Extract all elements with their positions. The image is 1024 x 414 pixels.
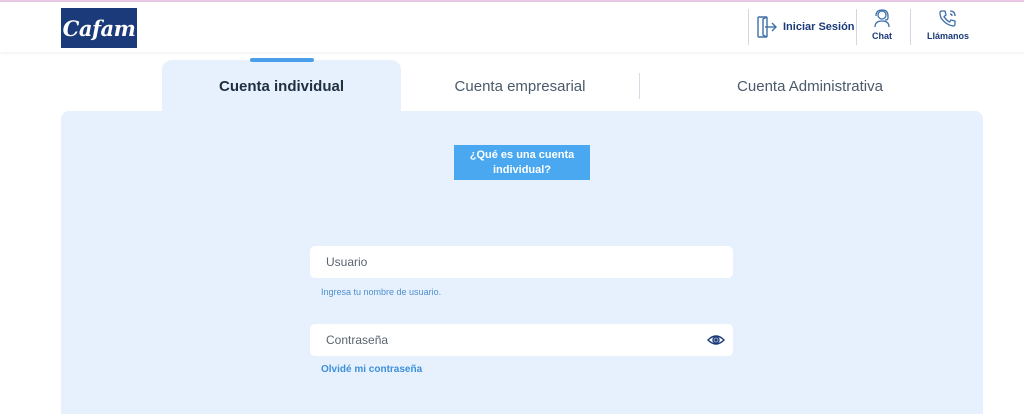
tab-label: Cuenta individual xyxy=(218,77,344,95)
tab-label: Cuenta Administrativa xyxy=(737,77,883,95)
call-label: Llámanos xyxy=(927,31,970,41)
cafam-logo[interactable]: Cafam xyxy=(61,8,137,48)
header-divider xyxy=(910,9,911,45)
header-divider xyxy=(856,9,857,45)
username-field[interactable]: Usuario xyxy=(310,246,733,278)
chat-label: Chat xyxy=(872,31,892,41)
header-bar: Cafam Iniciar Sesión Chat Llámanos xyxy=(0,2,1024,52)
phone-ringing-icon xyxy=(939,10,956,27)
username-helper-text: Ingresa tu nombre de usuario. xyxy=(321,287,442,297)
login-label: Iniciar Sesión xyxy=(783,21,855,33)
chat-button[interactable]: Chat xyxy=(872,8,892,41)
forgot-password-link[interactable]: Olvidé mi contraseña xyxy=(321,364,422,375)
call-button[interactable]: Llámanos xyxy=(927,8,969,41)
username-placeholder: Usuario xyxy=(326,255,368,269)
tab-cuenta-empresarial[interactable]: Cuenta empresarial xyxy=(401,60,639,112)
tab-label: Cuenta empresarial xyxy=(454,77,586,95)
tab-cuenta-individual[interactable]: Cuenta individual xyxy=(162,58,401,112)
active-tab-indicator xyxy=(250,58,314,62)
eye-icon[interactable] xyxy=(707,333,725,347)
password-placeholder: Contraseña xyxy=(326,333,389,347)
what-is-individual-account-button[interactable]: ¿Qué es una cuenta individual? xyxy=(454,145,590,180)
tab-cuenta-administrativa[interactable]: Cuenta Administrativa xyxy=(640,60,980,112)
account-type-tabs: Cuenta individual Cuenta empresarial Cue… xyxy=(162,58,982,112)
headset-agent-icon xyxy=(874,9,890,28)
door-arrow-icon xyxy=(757,16,777,38)
header-divider xyxy=(748,9,749,45)
login-button[interactable]: Iniciar Sesión xyxy=(756,14,855,40)
password-field[interactable]: Contraseña xyxy=(310,324,733,356)
